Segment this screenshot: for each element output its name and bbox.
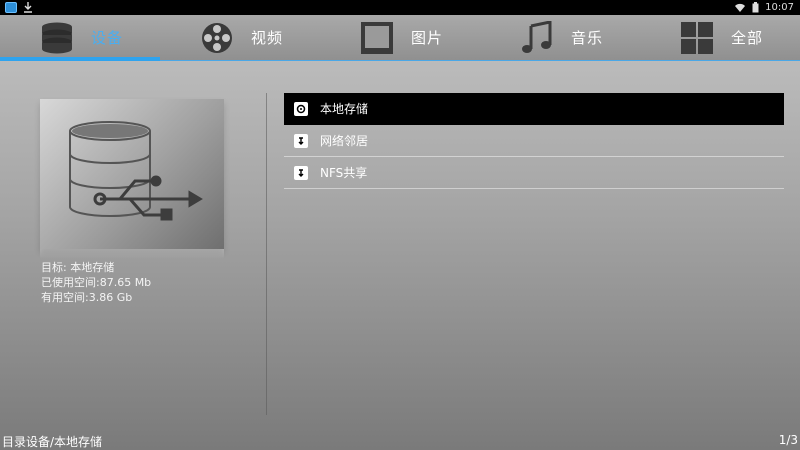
free-space-label: 有用空间:3.86 Gb bbox=[41, 291, 133, 304]
tab-videos-label: 视频 bbox=[250, 29, 283, 47]
list-item-network-neighborhood[interactable]: 网络邻居 bbox=[284, 125, 784, 157]
app-icon bbox=[5, 2, 17, 13]
picture-frame-icon bbox=[357, 20, 397, 56]
list-item-label: 网络邻居 bbox=[320, 134, 369, 148]
tab-pictures[interactable]: 图片 bbox=[320, 15, 480, 60]
network-share-icon bbox=[294, 133, 308, 148]
list-item-local-storage[interactable]: 本地存储 bbox=[284, 93, 784, 125]
panel-divider bbox=[266, 93, 267, 415]
list-item-label: 本地存储 bbox=[320, 102, 369, 116]
target-label: 目标: 本地存储 bbox=[41, 261, 115, 274]
local-disk-icon bbox=[294, 101, 308, 116]
battery-icon bbox=[752, 2, 759, 13]
tab-pictures-label: 图片 bbox=[410, 29, 443, 47]
tab-all-label: 全部 bbox=[730, 29, 763, 47]
list-item-nfs-share[interactable]: NFS共享 bbox=[284, 157, 784, 189]
preview-reflection bbox=[40, 249, 224, 259]
film-reel-icon bbox=[197, 20, 237, 56]
used-space-label: 已使用空间:87.65 Mb bbox=[41, 276, 152, 289]
tab-music[interactable]: 音乐 bbox=[480, 15, 640, 60]
status-time: 10:07 bbox=[765, 2, 794, 13]
list-item-label: NFS共享 bbox=[320, 166, 368, 180]
storage-info: 目标: 本地存储 已使用空间:87.65 Mb 有用空间:3.86 Gb bbox=[41, 260, 151, 305]
database-icon bbox=[37, 20, 77, 56]
category-tab-bar: 设备 视频 图片 音乐 全部 bbox=[0, 15, 800, 61]
current-path: 目录设备/本地存储 bbox=[2, 435, 103, 449]
music-note-icon bbox=[517, 20, 557, 56]
download-icon bbox=[24, 2, 32, 13]
storage-preview bbox=[40, 99, 224, 249]
page-indicator: 1/3 bbox=[778, 433, 798, 447]
usb-storage-icon bbox=[69, 121, 203, 221]
tab-music-label: 音乐 bbox=[570, 29, 603, 47]
network-share-icon bbox=[294, 165, 308, 180]
tab-devices[interactable]: 设备 bbox=[0, 15, 160, 61]
status-bar: 10:07 bbox=[0, 0, 800, 15]
tab-all[interactable]: 全部 bbox=[640, 15, 800, 60]
grid-icon bbox=[677, 20, 717, 56]
device-list: 本地存储 网络邻居 NFS共享 bbox=[284, 93, 784, 189]
tab-devices-label: 设备 bbox=[90, 29, 123, 47]
tab-videos[interactable]: 视频 bbox=[160, 15, 320, 60]
wifi-icon bbox=[735, 3, 746, 12]
